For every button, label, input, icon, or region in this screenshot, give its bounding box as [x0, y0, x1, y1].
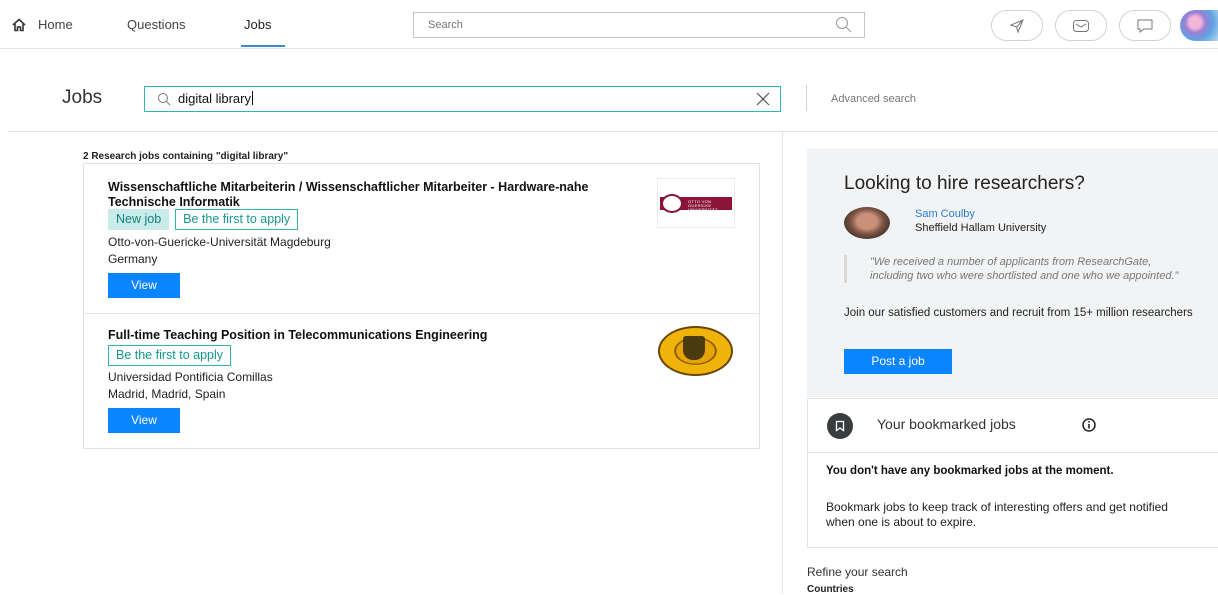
view-job-button[interactable]: View [108, 408, 180, 433]
messages-button[interactable] [1055, 10, 1107, 41]
close-icon[interactable] [756, 92, 770, 106]
user-avatar[interactable] [1180, 10, 1218, 41]
testimonial-name-link[interactable]: Sam Coulby [915, 208, 975, 220]
testimonial-quote: "We received a number of applicants from… [844, 255, 1184, 283]
text-caret [251, 91, 253, 105]
jobs-search-query-text: digital library [178, 91, 251, 106]
view-job-button[interactable]: View [108, 273, 180, 298]
active-tab-indicator [241, 45, 285, 47]
logo-emblem [661, 194, 683, 213]
job-listing[interactable]: Wissenschaftliche Mitarbeiterin / Wissen… [84, 164, 759, 314]
divider [8, 131, 1218, 132]
institution-logo: OTTO VON GUERICKE UNIVERSITÄT MAGDEBURG [657, 178, 735, 228]
job-tags: New job Be the first to apply [108, 209, 299, 230]
search-icon [158, 93, 171, 106]
envelope-icon [1073, 19, 1089, 32]
institution-logo [657, 324, 735, 378]
refine-countries-heading: Countries [807, 584, 854, 595]
job-location: Germany [108, 252, 158, 266]
testimonial-avatar [844, 207, 890, 239]
notifications-button[interactable] [991, 10, 1043, 41]
nav-home-link[interactable]: Home [12, 0, 73, 49]
new-job-badge: New job [108, 209, 170, 230]
nav-jobs-label: Jobs [244, 17, 272, 32]
bookmark-glyph [835, 420, 845, 432]
testimonial-institution: Sheffield Hallam University [915, 222, 1047, 234]
bookmarked-jobs-panel: Your bookmarked jobs You don't have any … [807, 398, 1218, 548]
hire-researchers-panel: Looking to hire researchers? Sam Coulby … [807, 149, 1218, 397]
divider [782, 132, 783, 594]
page-title: Jobs [62, 87, 103, 108]
job-tags: Be the first to apply [108, 345, 232, 366]
first-to-apply-badge: Be the first to apply [108, 345, 232, 366]
logo-wordmark: OTTO VON GUERICKE UNIVERSITÄT MAGDEBURG [688, 199, 718, 216]
jobs-search-field[interactable]: digital library [144, 86, 781, 112]
bookmarked-jobs-header: Your bookmarked jobs [808, 399, 1218, 453]
job-institution: Universidad Pontificia Comillas [108, 370, 273, 384]
hire-title: Looking to hire researchers? [844, 173, 1085, 194]
job-listing[interactable]: Full-time Teaching Position in Telecommu… [84, 314, 759, 448]
advanced-search-link[interactable]: Advanced search [831, 93, 916, 105]
nav-home-label: Home [38, 17, 73, 32]
job-location: Madrid, Madrid, Spain [108, 387, 226, 401]
job-title[interactable]: Full-time Teaching Position in Telecommu… [108, 328, 648, 343]
nav-questions-label: Questions [127, 17, 186, 32]
results-count: 2 Research jobs containing "digital libr… [83, 151, 289, 162]
search-icon[interactable] [834, 15, 854, 35]
refine-search-title: Refine your search [807, 565, 908, 579]
divider [806, 85, 807, 111]
global-search [413, 12, 865, 38]
results-list: Wissenschaftliche Mitarbeiterin / Wissen… [83, 163, 760, 449]
top-navigation: Home Questions Jobs [0, 0, 1218, 49]
nav-jobs-link[interactable]: Jobs [244, 0, 271, 49]
post-job-button[interactable]: Post a job [844, 349, 952, 374]
first-to-apply-badge: Be the first to apply [175, 209, 299, 230]
global-search-input[interactable] [414, 13, 824, 37]
job-title[interactable]: Wissenschaftliche Mitarbeiterin / Wissen… [108, 180, 648, 210]
bookmarked-jobs-title: Your bookmarked jobs [877, 416, 1016, 432]
jobs-search-value[interactable]: digital library [178, 91, 253, 106]
bookmarks-empty-description: Bookmark jobs to keep track of interesti… [826, 500, 1168, 529]
bookmark-icon [827, 413, 853, 439]
bookmarks-empty-title: You don't have any bookmarked jobs at th… [826, 465, 1114, 477]
chat-bubble-icon [1137, 19, 1153, 33]
hire-description: Join our satisfied customers and recruit… [844, 307, 1193, 319]
home-icon [12, 17, 26, 31]
nav-questions-link[interactable]: Questions [127, 0, 186, 49]
paper-plane-icon [1009, 18, 1024, 33]
seal-shield [683, 336, 705, 360]
chat-button[interactable] [1119, 10, 1171, 41]
info-icon[interactable] [1082, 418, 1096, 432]
job-institution: Otto-von-Guericke-Universität Magdeburg [108, 235, 331, 249]
